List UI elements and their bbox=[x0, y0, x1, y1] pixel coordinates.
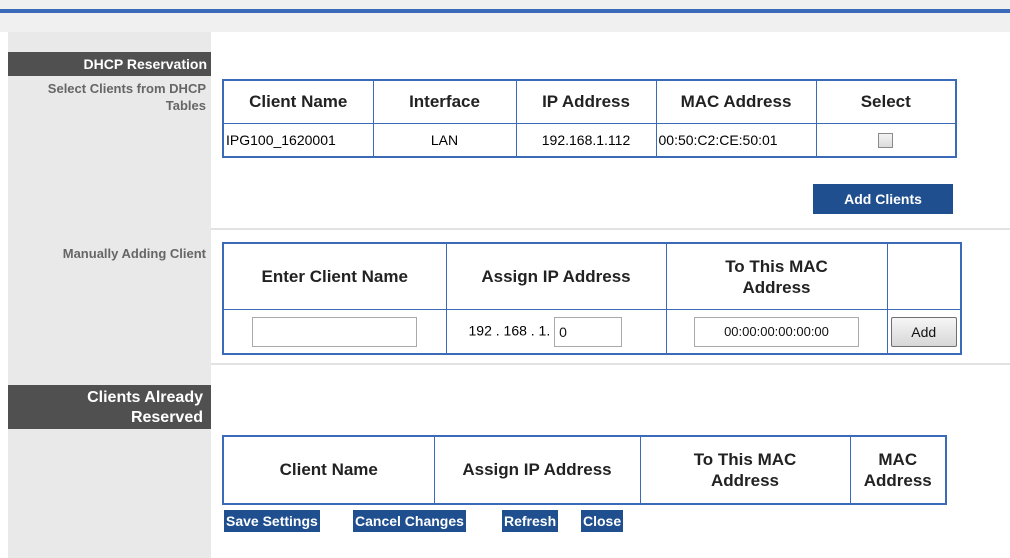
dhcp-client-table: Client Name Interface IP Address MAC Add… bbox=[222, 79, 957, 158]
save-settings-button[interactable]: Save Settings bbox=[224, 510, 320, 532]
table-row: 192 . 168 . 1. 0 00:00:00:00:00:00 Add bbox=[222, 309, 962, 355]
add-button[interactable]: Add bbox=[890, 316, 957, 347]
mac-cell: 00:00:00:00:00:00 bbox=[665, 309, 888, 355]
col-assign-ip: Assign IP Address bbox=[445, 242, 667, 311]
ip-prefix: 192 . 168 . 1. bbox=[468, 322, 551, 339]
section-divider bbox=[211, 363, 1010, 365]
col-add-empty bbox=[886, 242, 962, 311]
top-rule bbox=[0, 9, 1010, 13]
col-interface: Interface bbox=[372, 79, 517, 124]
clients-reserved-heading: Clients Already Reserved bbox=[8, 385, 211, 429]
cancel-changes-button[interactable]: Cancel Changes bbox=[353, 510, 466, 532]
select-clients-note: Select Clients from DHCP Tables bbox=[47, 81, 206, 113]
col-ip-address: IP Address bbox=[515, 79, 657, 124]
dhcp-reservation-heading: DHCP Reservation bbox=[8, 52, 211, 76]
col-enter-client-name: Enter Client Name bbox=[222, 242, 447, 311]
row-select-cell bbox=[815, 122, 957, 158]
row-interface: LAN bbox=[372, 122, 517, 158]
ip-last-octet-input[interactable]: 0 bbox=[554, 316, 623, 347]
row-client-name: IPG100_1620001 bbox=[222, 122, 374, 158]
select-checkbox[interactable] bbox=[878, 133, 894, 149]
client-name-cell bbox=[222, 309, 447, 355]
table-row: IPG100_1620001 LAN 192.168.1.112 00:50:C… bbox=[222, 122, 957, 158]
col-client-name: Client Name bbox=[222, 79, 374, 124]
row-mac-address: 00:50:C2:CE:50:01 bbox=[655, 122, 817, 158]
col-to-mac: To This MAC Address bbox=[665, 242, 888, 311]
section-divider bbox=[211, 228, 1010, 230]
col-select: Select bbox=[815, 79, 957, 124]
manual-add-table: Enter Client Name Assign IP Address To T… bbox=[222, 242, 962, 355]
add-cell: Add bbox=[886, 309, 962, 355]
ip-cell: 192 . 168 . 1. 0 bbox=[445, 309, 667, 355]
col-reserved-mac: MAC Address bbox=[849, 435, 947, 505]
col-mac-address: MAC Address bbox=[655, 79, 817, 124]
close-button[interactable]: Close bbox=[581, 510, 624, 532]
col-reserved-assign-ip: Assign IP Address bbox=[433, 435, 641, 505]
add-clients-button[interactable]: Add Clients bbox=[813, 184, 953, 214]
manually-adding-label: Manually Adding Client bbox=[62, 246, 206, 261]
top-banner bbox=[0, 0, 1010, 32]
mac-address-input[interactable]: 00:00:00:00:00:00 bbox=[694, 316, 859, 347]
col-reserved-to-mac: To This MAC Address bbox=[639, 435, 851, 505]
refresh-button[interactable]: Refresh bbox=[502, 510, 559, 532]
client-name-input[interactable] bbox=[252, 316, 418, 347]
col-reserved-client-name: Client Name bbox=[222, 435, 435, 505]
reserved-clients-table: Client Name Assign IP Address To This MA… bbox=[222, 435, 947, 505]
row-ip-address: 192.168.1.112 bbox=[515, 122, 657, 158]
